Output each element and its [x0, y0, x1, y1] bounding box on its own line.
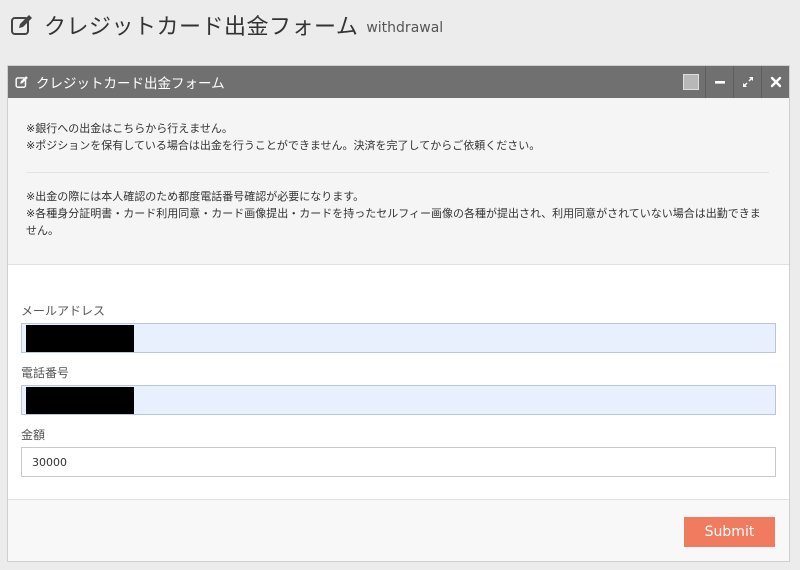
page-subtitle: withdrawal	[366, 20, 444, 36]
panel-footer: Submit	[8, 499, 789, 561]
email-group: メールアドレス	[21, 302, 776, 353]
amount-value: 30000	[32, 455, 67, 469]
phone-field[interactable]	[21, 385, 776, 415]
submit-button[interactable]: Submit	[684, 517, 775, 547]
color-swatch	[683, 74, 699, 90]
color-picker-button[interactable]	[677, 66, 705, 98]
minimize-button[interactable]	[705, 66, 733, 98]
redacted-value	[26, 387, 134, 414]
notice-line: ※ポジションを保有している場合は出金を行うことができません。決済を完了してからご…	[26, 139, 541, 152]
fullscreen-button[interactable]	[733, 66, 761, 98]
redacted-value	[26, 325, 134, 352]
notice-line: ※出金の際には本人確認のため都度電話番号確認が必要になります。	[26, 190, 365, 203]
withdrawal-panel: クレジットカード出金フォーム ※銀行への出金はこちらから行えません。 ※ポジショ…	[7, 65, 790, 562]
close-button[interactable]	[761, 66, 789, 98]
amount-group: 金額 30000	[21, 426, 776, 477]
close-icon	[770, 76, 781, 88]
amount-label: 金額	[21, 428, 46, 442]
notice-box: ※銀行への出金はこちらから行えません。 ※ポジションを保有している場合は出金を行…	[8, 98, 789, 265]
expand-icon	[742, 77, 753, 87]
phone-label: 電話番号	[21, 366, 70, 380]
email-label: メールアドレス	[21, 304, 106, 318]
page-title: クレジットカード出金フォーム	[44, 15, 359, 40]
amount-field[interactable]: 30000	[21, 447, 776, 477]
page-header: クレジットカード出金フォーム withdrawal	[10, 8, 443, 42]
notice-divider	[26, 172, 769, 173]
notice-line: ※銀行への出金はこちらから行えません。	[26, 122, 233, 135]
withdrawal-form: メールアドレス 電話番号 金額 30000	[8, 265, 789, 477]
email-field[interactable]	[21, 323, 776, 353]
phone-group: 電話番号	[21, 364, 776, 415]
minimize-icon	[714, 81, 725, 84]
panel-title: クレジットカード出金フォーム	[36, 76, 225, 92]
panel-controls	[677, 66, 789, 98]
panel-header: クレジットカード出金フォーム	[8, 66, 789, 98]
edit-icon	[15, 76, 28, 88]
edit-icon	[11, 15, 32, 35]
notice-line: ※各種身分証明書・カード利用同意・カード画像提出・カードを持ったセルフィー画像の…	[26, 207, 761, 237]
